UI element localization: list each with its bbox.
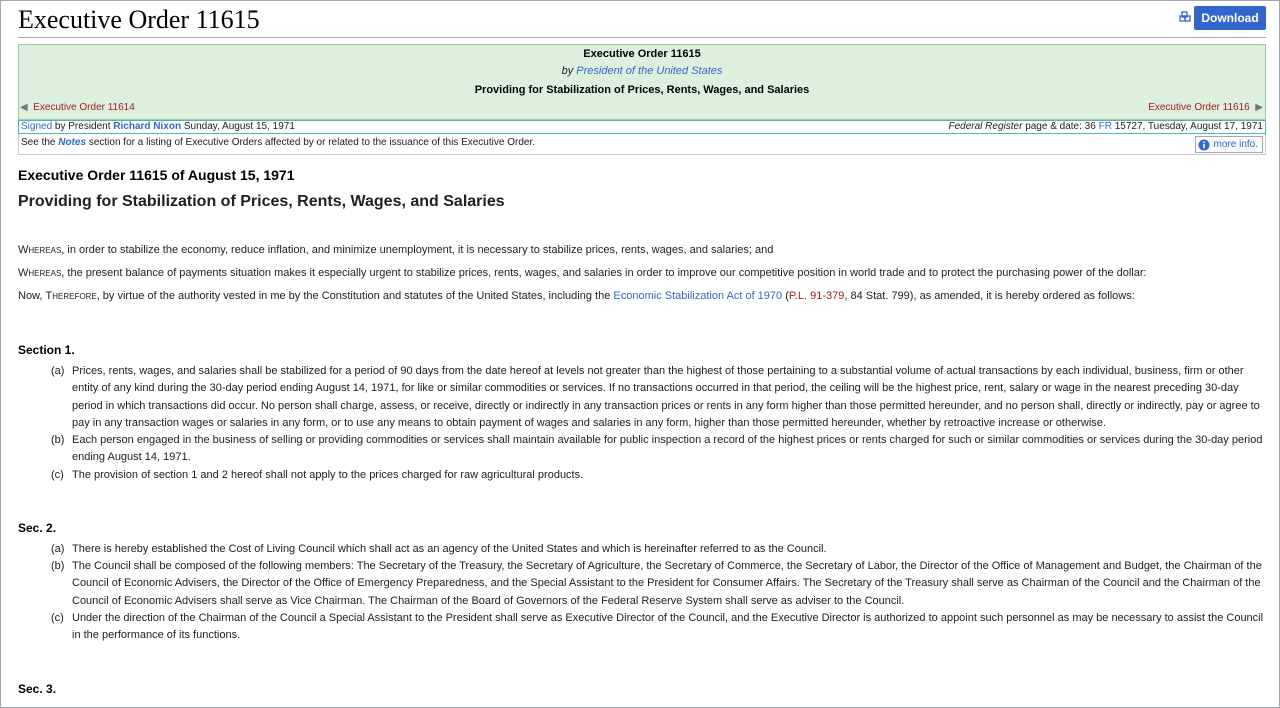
section-2-item-b: (b) The Council shall be composed of the …: [51, 558, 1266, 610]
section-2-heading: Sec. 2.: [18, 521, 57, 535]
section-2-item-a: (a) There is hereby established the Cost …: [51, 541, 1266, 558]
notes-prefix: See the: [21, 137, 56, 148]
section-2-item-c: (c) Under the direction of the Chairman o…: [51, 610, 1266, 645]
item-text: The provision of section 1 and 2 hereof …: [72, 469, 584, 481]
notes-text: See the Notes section for a listing of E…: [21, 137, 535, 148]
federal-register-label: Federal Register: [948, 121, 1023, 132]
header-box: Executive Order 11615 by President of th…: [18, 44, 1266, 120]
whereas-word: Whereas: [18, 244, 62, 256]
now-text: Now,: [18, 290, 46, 302]
whereas-text-2: , the present balance of payments situat…: [61, 267, 1147, 279]
signed-link[interactable]: Signed: [21, 121, 52, 132]
page-title: Executive Order 11615: [18, 5, 260, 34]
more-info-button[interactable]: more info.: [1194, 136, 1263, 153]
signed-by-text: by President: [54, 121, 111, 132]
header-title: Executive Order 11615: [583, 48, 701, 60]
info-icon: [1198, 139, 1210, 150]
next-order-link[interactable]: Executive Order 11616: [1148, 102, 1250, 113]
more-info-label: more info.: [1213, 139, 1258, 150]
next-order-nav[interactable]: Executive Order 11616 ▶: [1148, 102, 1263, 113]
authority-text: , by virtue of the authority vested in m…: [96, 290, 614, 302]
whereas-text-1: , in order to stabilize the economy, red…: [61, 244, 774, 256]
whereas-paragraph-1: Whereas, in order to stabilize the econo…: [18, 244, 773, 256]
author-link[interactable]: President of the United States: [576, 65, 722, 77]
section-1-heading: Section 1.: [18, 343, 75, 357]
item-marker: (a): [51, 543, 65, 555]
item-text: Prices, rents, wages, and salaries shall…: [72, 365, 1260, 429]
item-text: Under the direction of the Chairman of t…: [72, 612, 1264, 642]
federal-register-info: Federal Register page & date: 36 FR 1572…: [948, 121, 1263, 132]
therefore-word: Therefore: [45, 290, 97, 302]
item-marker: (c): [51, 469, 64, 481]
header-subtitle: Providing for Stabilization of Prices, R…: [474, 84, 810, 96]
section-1-item-c: (c) The provision of section 1 and 2 here…: [51, 467, 1266, 484]
right-arrow-icon: ▶: [1255, 102, 1263, 113]
signature-info: Signed by President Richard Nixon Sunday…: [21, 121, 295, 132]
federal-register-text: page & date: 36: [1025, 121, 1096, 132]
section-1-item-a: (a) Prices, rents, wages, and salaries sh…: [51, 363, 1266, 432]
author-prefix: by: [561, 65, 574, 77]
whereas-word: Whereas: [18, 267, 62, 279]
header-author-line: by President of the United States: [19, 65, 1265, 77]
document-subheading: Providing for Stabilization of Prices, R…: [18, 193, 505, 210]
paren-open: (: [782, 290, 789, 302]
item-text: The Council shall be composed of the fol…: [72, 560, 1262, 607]
section-3-heading: Sec. 3.: [18, 682, 57, 696]
item-marker: (c): [51, 612, 64, 624]
item-marker: (a): [51, 365, 65, 377]
item-marker: (b): [51, 560, 65, 572]
notes-suffix: section for a listing of Executive Order…: [88, 137, 535, 148]
section-1-item-b: (b) Each person engaged in the business o…: [51, 432, 1266, 467]
fr-link[interactable]: FR: [1099, 121, 1112, 132]
download-button[interactable]: Download: [1194, 6, 1266, 30]
left-arrow-icon: ◀: [20, 102, 28, 113]
ordered-text: , 84 Stat. 799), as amended, it is hereb…: [844, 290, 1135, 302]
document-heading: Executive Order 11615 of August 15, 1971: [18, 167, 295, 183]
public-law-link[interactable]: P.L. 91-379: [789, 290, 844, 302]
previous-order-link[interactable]: Executive Order 11614: [33, 102, 135, 113]
signing-date: Sunday, August 15, 1971: [183, 121, 295, 132]
title-divider: [18, 37, 1266, 38]
act-link[interactable]: Economic Stabilization Act of 1970: [613, 290, 782, 302]
therefore-paragraph: Now, Therefore, by virtue of the authori…: [18, 290, 1135, 302]
item-marker: (b): [51, 434, 65, 446]
item-text: There is hereby established the Cost of …: [72, 543, 827, 555]
notes-link[interactable]: Notes: [58, 137, 86, 148]
federal-register-date: 15727, Tuesday, August 17, 1971: [1114, 121, 1263, 132]
previous-order-nav[interactable]: ◀ Executive Order 11614: [20, 102, 135, 113]
signature-bar: Signed by President Richard Nixon Sunday…: [18, 120, 1266, 134]
president-link[interactable]: Richard Nixon: [113, 121, 181, 132]
download-icon[interactable]: [1179, 11, 1191, 23]
item-text: Each person engaged in the business of s…: [72, 434, 1263, 464]
notes-bar: See the Notes section for a listing of E…: [18, 134, 1266, 155]
whereas-paragraph-2: Whereas, the present balance of payments…: [18, 267, 1147, 279]
